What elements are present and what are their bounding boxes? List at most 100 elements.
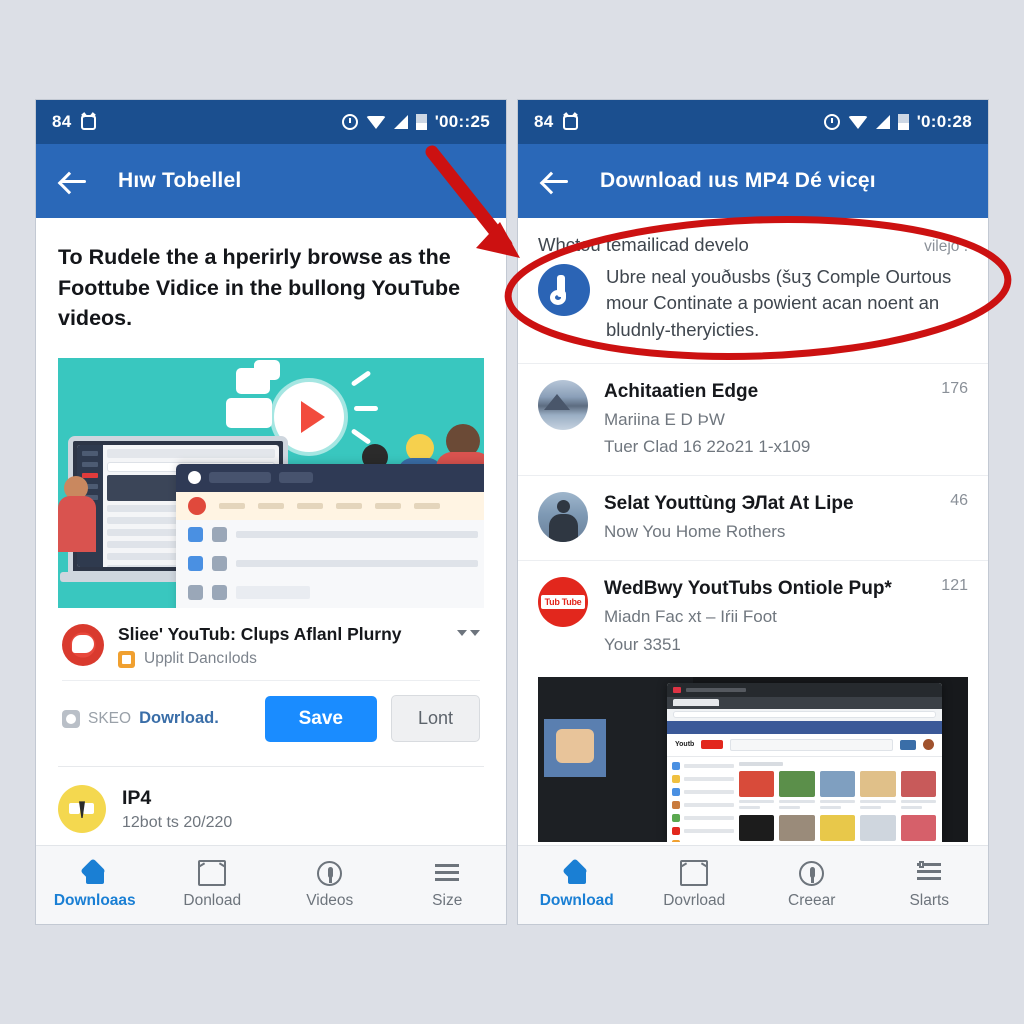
left-bottom-nav: Downloaas Donload Videos Size [36,845,506,924]
list-item-line1: Miadn Fac xt – Iŕii Foot [604,606,777,626]
home-icon [81,860,109,886]
chart-icon [198,860,227,886]
alarm-icon [80,114,96,130]
clock-icon [823,114,840,130]
status-time-label: '0:0:28 [916,112,972,131]
mp4-face-icon [58,785,106,834]
back-arrow-icon[interactable] [58,166,88,196]
float-card-decor [254,359,280,380]
screenshot-stage: 84 '00::25 Hıw Tobellel To Rudele the a … [0,0,1024,1024]
card-title: Sliee' YouTub: Clups Aflanl Plurny [118,623,402,644]
list-item-title: Selat Youttùng ЭЛat At Lipe [604,493,854,515]
list-item[interactable]: Selat Youttùng ЭЛat At Lipe Now You Home… [518,475,988,560]
card-subtitle: Upplit Dancılods [144,650,257,668]
ray-decor [350,369,372,387]
left-phone-panel: 84 '00::25 Hıw Tobellel To Rudele the a … [36,100,506,924]
mp4-subtitle: 12bot ts 20/220 [122,813,233,831]
nav-label: Slarts [909,892,950,909]
battery-icon [897,114,909,130]
nav-item-downloads[interactable]: Downloaas [36,860,154,910]
list-item-title: Achitaatien Edge [604,380,759,402]
right-bottom-nav: Download Dovrload Creear Slarts [518,845,988,924]
nav-label: Dovrload [663,892,726,909]
battery-icon [415,114,427,130]
list-item-title: WedBwy YoutTubs Ontiole Pup* [604,578,892,600]
browser-window-illustration [176,463,484,608]
list-section-header: Whctou temailicad develo vilejo . [518,218,988,260]
back-arrow-icon[interactable] [540,166,570,196]
browser-screenshot-thumbnail[interactable]: Youtb [538,676,968,842]
featured-item-text: Ubre neal youðusbs (šuʒ Comple Ourtous m… [606,266,952,340]
signal-icon [393,115,408,129]
status-time-label: '00::25 [434,112,490,131]
home-icon [563,860,591,886]
nav-label: Size [432,892,463,909]
right-app-title: Download ıus MP4 Dé vicęı [600,169,876,192]
nav-label: Downloaas [53,892,136,909]
list-item-line1: Now You Home Rothers [604,522,786,542]
chevron-down-icon[interactable] [457,624,480,636]
signal-icon [875,115,890,129]
list-item-count: 176 [941,379,968,397]
youtube-logo-icon: Tub Tube [538,577,588,628]
pin-icon [799,860,825,886]
browser-logo-label: Youtb [675,741,695,749]
video-card: Sliee' YouTub: Clups Aflanl Plurny Uppli… [58,607,484,757]
nav-label: Download [539,892,614,909]
nav-label: Creear [788,891,836,909]
right-phone-panel: 84 '0:0:28 Download ıus MP4 Dé vicęı Whc… [518,100,988,924]
nav-item-dovrload[interactable]: Dovrload [636,860,754,910]
float-card-decor [226,397,272,428]
nav-label: Videos [306,891,354,909]
list-icon [915,860,943,886]
person-thumbnail-icon [538,492,588,543]
featured-list-item[interactable]: Ubre neal youðusbs (šuʒ Comple Ourtous m… [518,260,988,363]
list-item-line2: Tuer Clad 16 22o21 1-x109 [604,437,811,457]
mp4-title: IP4 [122,786,152,809]
left-status-bar: 84 '00::25 [36,100,506,144]
right-status-bar: 84 '0:0:28 [518,100,988,144]
wifi-icon [365,115,386,129]
nav-item-videos[interactable]: Videos [271,860,389,910]
nav-item-creear[interactable]: Creear [753,860,871,910]
menu-icon [433,860,461,886]
download-link-label: Dowrload. [139,709,219,728]
mp4-list-item[interactable]: IP4 12bot ts 20/220 [36,767,506,834]
nav-item-donload[interactable]: Donload [154,860,272,910]
list-item-count: 46 [950,492,968,510]
list-item-line1: Mariina E D ÞW [604,409,725,429]
alarm-icon [562,114,578,130]
left-app-title: Hıw Tobellel [118,169,242,192]
seo-label: SKEO [88,709,132,727]
illustration-thumbnail[interactable] [58,357,484,608]
right-app-bar: Download ıus MP4 Dé vicęı [518,144,988,218]
upload-badge-icon [118,650,135,668]
list-header-side: vilejo . [924,238,968,255]
clock-icon [341,114,358,130]
battery-percent-label: 84 [52,112,72,131]
secondary-button[interactable]: Lont [390,695,480,743]
left-app-bar: Hıw Tobellel [36,144,506,218]
nav-item-size[interactable]: Size [389,860,507,910]
list-header-main: Whctou temailicad develo [538,234,749,255]
list-item[interactable]: Tub Tube WedBwy YoutTubs Ontiole Pup* Mi… [518,560,988,673]
ray-decor [350,427,372,445]
channel-avatar-icon [62,623,104,666]
nav-item-slarts[interactable]: Slarts [871,860,989,910]
blue-download-app-icon [538,264,590,316]
save-button[interactable]: Save [264,695,377,742]
wifi-icon [847,115,868,129]
ray-decor [354,405,378,411]
list-item-line2: Your 3351 [604,634,681,654]
seo-download-link[interactable]: SKEO Dowrload. [62,709,251,728]
chart-icon [680,860,709,886]
seo-dot-icon [62,709,80,728]
nav-label: Donload [183,892,242,909]
list-item[interactable]: Achitaatien Edge Mariina E D ÞW Tuer Cla… [518,362,988,476]
nav-item-download[interactable]: Download [518,860,636,910]
lake-thumbnail-icon [538,379,588,430]
person-decor [58,495,96,552]
list-item-count: 121 [941,577,968,595]
pin-icon [317,860,343,886]
battery-percent-label: 84 [534,112,554,131]
